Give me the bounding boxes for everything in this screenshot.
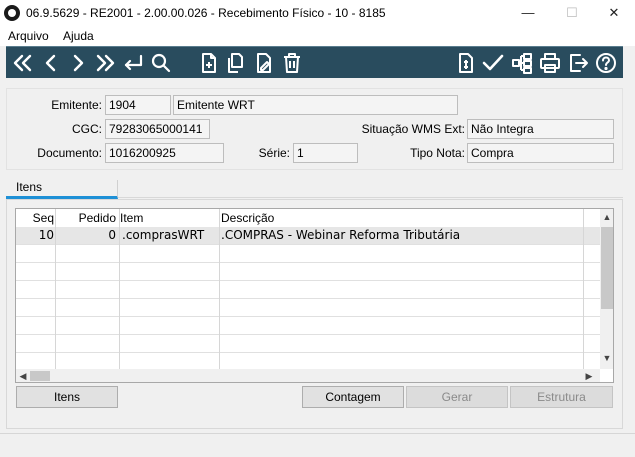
print-icon[interactable] <box>537 50 563 76</box>
tipo-nota-label: Tipo Nota: <box>410 146 465 160</box>
table-row[interactable] <box>16 245 600 263</box>
column-divider <box>55 209 56 369</box>
column-header-seq[interactable]: Seq <box>20 211 54 225</box>
edit-icon[interactable] <box>251 50 277 76</box>
column-header-pedido[interactable]: Pedido <box>56 211 116 225</box>
status-bar <box>0 433 635 457</box>
document-icon[interactable] <box>453 50 479 76</box>
scroll-down-icon[interactable]: ▼ <box>600 353 613 363</box>
documento-label: Documento: <box>37 146 102 160</box>
documento-field[interactable]: 1016200925 <box>105 143 224 163</box>
last-icon[interactable] <box>92 50 118 76</box>
cell-descricao: .COMPRAS - Webinar Reforma Tributária <box>221 228 461 242</box>
table-row[interactable]: 10 0 .comprasWRT .COMPRAS - Webinar Refo… <box>16 227 600 245</box>
column-header-descricao[interactable]: Descrição <box>221 211 274 225</box>
structure-icon[interactable] <box>509 50 535 76</box>
cell-seq: 10 <box>38 228 54 242</box>
app-logo-icon <box>4 5 20 21</box>
previous-icon[interactable] <box>38 50 64 76</box>
first-icon[interactable] <box>10 50 36 76</box>
vertical-scroll-thumb[interactable] <box>601 227 613 309</box>
emitente-code-field[interactable]: 1904 <box>105 95 171 115</box>
situacao-wms-label: Situação WMS Ext: <box>361 122 465 136</box>
itens-button[interactable]: Itens <box>16 386 118 408</box>
scroll-right-icon[interactable]: ▶ <box>582 371 596 382</box>
window-title: 06.9.5629 - RE2001 - 2.00.00.026 - Receb… <box>26 6 386 20</box>
menu-arquivo[interactable]: Arquivo <box>8 29 49 43</box>
goto-icon[interactable] <box>120 50 146 76</box>
menu-bar: Arquivo Ajuda <box>0 26 635 46</box>
tipo-nota-field[interactable]: Compra <box>467 143 614 163</box>
confirm-icon[interactable] <box>480 50 506 76</box>
estrutura-button[interactable]: Estrutura <box>510 386 613 408</box>
vertical-scrollbar[interactable]: ▲ ▼ <box>600 209 613 369</box>
table-row[interactable] <box>16 263 600 281</box>
cell-pedido: 0 <box>108 228 116 242</box>
title-bar: 06.9.5629 - RE2001 - 2.00.00.026 - Receb… <box>0 0 635 26</box>
horizontal-scrollbar[interactable]: ◀ ▶ <box>16 369 600 382</box>
items-grid: Seq Pedido Item Descrição 10 0 .comprasW… <box>15 208 614 383</box>
table-row[interactable] <box>16 299 600 317</box>
column-divider <box>583 209 584 369</box>
new-icon[interactable] <box>196 50 222 76</box>
table-row[interactable] <box>16 335 600 353</box>
column-divider <box>119 209 120 369</box>
exit-icon[interactable] <box>565 50 591 76</box>
cell-item: .comprasWRT <box>122 228 205 242</box>
table-row[interactable] <box>16 281 600 299</box>
gerar-button[interactable]: Gerar <box>406 386 508 408</box>
menu-ajuda[interactable]: Ajuda <box>63 29 94 43</box>
serie-field[interactable]: 1 <box>293 143 358 163</box>
delete-icon[interactable] <box>279 50 305 76</box>
grid-header: Seq Pedido Item Descrição <box>16 209 600 227</box>
column-divider <box>219 209 220 369</box>
minimize-button[interactable]: — <box>518 4 538 22</box>
search-icon[interactable] <box>148 50 174 76</box>
column-header-item[interactable]: Item <box>120 211 143 225</box>
scroll-left-icon[interactable]: ◀ <box>16 371 30 382</box>
cgc-field[interactable]: 79283065000141 <box>105 119 210 139</box>
tab-bar: Itens <box>6 180 623 199</box>
serie-label: Série: <box>258 146 290 160</box>
toolbar <box>6 46 623 78</box>
tab-itens[interactable]: Itens <box>6 180 118 199</box>
emitente-name-field[interactable]: Emitente WRT <box>173 95 458 115</box>
horizontal-scroll-thumb[interactable] <box>30 371 50 381</box>
situacao-wms-field[interactable]: Não Integra <box>467 119 614 139</box>
cgc-label: CGC: <box>72 122 102 136</box>
table-row[interactable] <box>16 317 600 335</box>
maximize-button[interactable]: ☐ <box>562 4 582 22</box>
contagem-button[interactable]: Contagem <box>302 386 404 408</box>
emitente-label: Emitente: <box>51 98 102 112</box>
scroll-up-icon[interactable]: ▲ <box>600 212 613 222</box>
copy-icon[interactable] <box>223 50 249 76</box>
next-icon[interactable] <box>65 50 91 76</box>
close-button[interactable]: ✕ <box>604 4 624 22</box>
help-icon[interactable] <box>593 50 619 76</box>
